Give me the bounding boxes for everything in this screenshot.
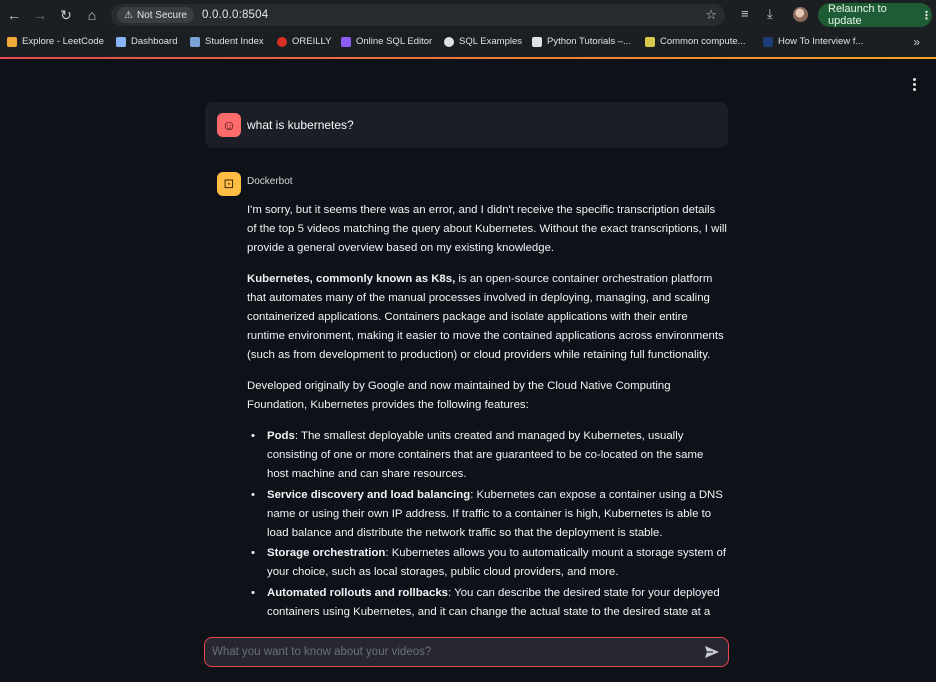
security-label: Not Secure — [136, 9, 187, 21]
bookmark-item[interactable]: Student Index — [190, 36, 264, 47]
url-text[interactable]: 0.0.0.0:8504 — [202, 9, 268, 21]
bot-paragraph: I'm sorry, but it seems there was an err… — [247, 204, 727, 254]
download-icon[interactable]: ⤓ — [767, 6, 773, 22]
bold-text: Kubernetes, commonly known as K8s, — [247, 273, 456, 285]
bot-paragraph: Developed originally by Google and now m… — [247, 380, 671, 411]
user-message: ☺ what is kubernetes? — [205, 102, 728, 148]
bookmark-item[interactable]: Explore - LeetCode — [7, 36, 104, 47]
sql-editor-icon — [341, 36, 351, 47]
forward-button[interactable]: → — [27, 2, 53, 28]
bookmark-item[interactable]: SQL Examples — [444, 36, 522, 47]
main-menu-button[interactable] — [910, 78, 918, 93]
dashboard-icon — [116, 36, 126, 47]
back-button[interactable]: ← — [1, 2, 27, 28]
list-item: Pods: The smallest deployable units crea… — [247, 427, 727, 484]
send-icon[interactable] — [704, 644, 720, 660]
bot-name: Dockerbot — [247, 176, 293, 187]
leetcode-icon — [7, 36, 17, 47]
dot — [912, 88, 916, 91]
bot-paragraph: Kubernetes, commonly known as K8s, is an… — [247, 273, 724, 361]
bookmark-item[interactable]: How To Interview f... — [763, 36, 863, 47]
bookmark-item[interactable]: OREILLY — [277, 36, 331, 47]
chevron-double-right-icon[interactable]: » — [913, 35, 920, 49]
profile-avatar[interactable] — [793, 7, 808, 22]
dot — [912, 83, 916, 86]
warning-icon: ⚠ — [124, 9, 133, 21]
list-item: Storage orchestration: Kubernetes allows… — [247, 544, 727, 582]
bookmark-item[interactable]: Online SQL Editor — [341, 36, 432, 47]
address-bar[interactable]: ⚠ Not Secure 0.0.0.0:8504 ☆ — [111, 4, 725, 26]
bot-avatar-icon: ⊡ — [217, 172, 241, 196]
user-message-text: what is kubernetes? — [247, 118, 354, 132]
bookmarks-bar: Explore - LeetCode Dashboard Student Ind… — [0, 33, 936, 53]
bookmark-item[interactable]: Dashboard — [116, 36, 177, 47]
globe-icon — [444, 36, 454, 47]
feature-list: Pods: The smallest deployable units crea… — [247, 427, 727, 622]
list-item: Automated rollouts and rollbacks: You ca… — [247, 584, 727, 622]
relaunch-label: Relaunch to update — [828, 3, 887, 27]
chat-app: ☺ what is kubernetes? ⊡ Dockerbot I'm so… — [0, 59, 936, 682]
more-vert-icon: ⋮ — [921, 9, 932, 22]
security-chip[interactable]: ⚠ Not Secure — [117, 7, 194, 23]
bookmark-item[interactable]: Python Tutorials –... — [532, 36, 631, 47]
bookmark-star-icon[interactable]: ☆ — [705, 7, 717, 23]
reload-button[interactable]: ↻ — [53, 2, 79, 28]
bookmark-item[interactable]: Common compute... — [645, 36, 746, 47]
chat-input[interactable] — [212, 646, 682, 658]
interview-icon — [763, 36, 773, 47]
home-button[interactable]: ⌂ — [79, 2, 105, 28]
dot — [912, 78, 916, 81]
chat-input-container — [204, 637, 729, 667]
media-control-icon[interactable]: ≡ — [741, 6, 749, 21]
oreilly-icon — [277, 36, 287, 47]
common-compute-icon — [645, 36, 655, 47]
browser-chrome: ← → ↻ ⌂ ⚠ Not Secure 0.0.0.0:8504 ☆ ≡ ⤓ … — [0, 0, 936, 59]
user-avatar-icon: ☺ — [217, 113, 241, 137]
relaunch-button[interactable]: Relaunch to update ⋮ — [818, 3, 932, 27]
bot-message: I'm sorry, but it seems there was an err… — [247, 201, 727, 625]
python-icon — [532, 36, 542, 47]
list-item: Service discovery and load balancing: Ku… — [247, 486, 727, 543]
student-index-icon — [190, 36, 200, 47]
